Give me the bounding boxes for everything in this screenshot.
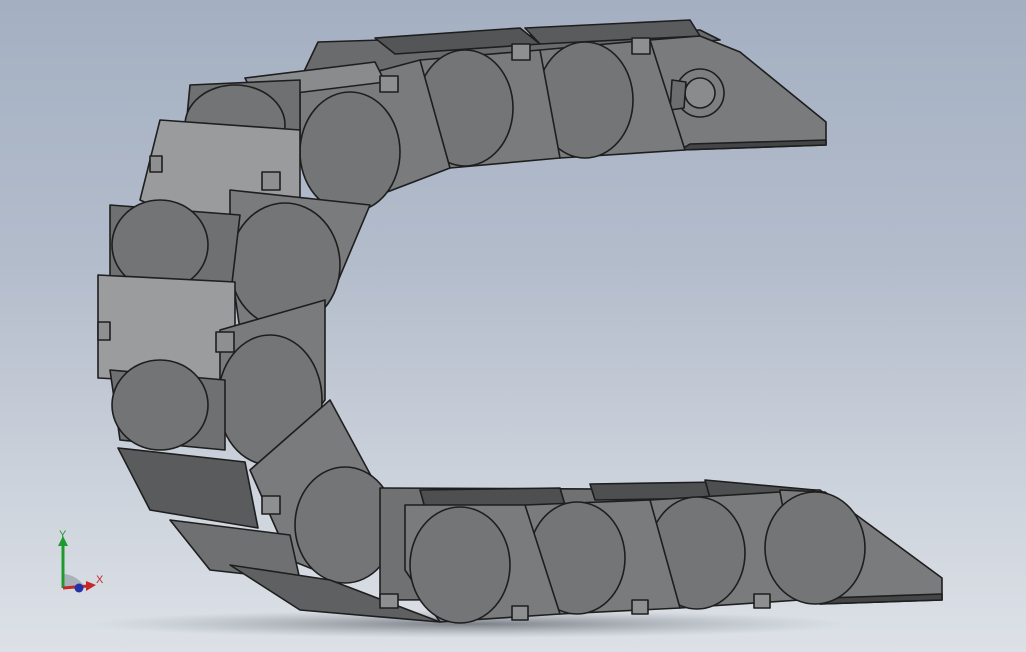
- triad-x-label: X: [96, 574, 104, 586]
- bend-cover-lower[interactable]: [117, 447, 259, 529]
- latch-clip: [149, 155, 163, 173]
- latch-clip: [379, 75, 399, 93]
- latch-clip: [631, 37, 651, 55]
- latch-clip: [215, 331, 235, 353]
- latch-clip: [261, 495, 281, 515]
- top-link-2-face: [299, 91, 401, 213]
- model-canvas[interactable]: [0, 0, 1026, 652]
- triad-y-label: Y: [59, 529, 67, 541]
- z-axis-icon: [74, 583, 84, 593]
- latch-clip: [511, 605, 529, 621]
- latch-clip: [631, 599, 649, 615]
- latch-clip: [97, 321, 111, 341]
- latch-clip: [753, 593, 771, 609]
- latch-clip: [511, 43, 531, 61]
- bend-inner-lower-face: [111, 359, 209, 451]
- bottom-link-5-face: [764, 491, 866, 605]
- latch-clip: [261, 171, 281, 191]
- x-arrow-icon: [86, 581, 96, 591]
- cable-chain-model[interactable]: [97, 19, 943, 624]
- latch-clip: [379, 593, 399, 609]
- graphics-viewport[interactable]: Y X: [0, 0, 1026, 652]
- orientation-triad[interactable]: Y X: [48, 528, 118, 600]
- bracket-key: [669, 79, 687, 111]
- bottom-link-2-face: [409, 506, 511, 624]
- bracket-hole: [684, 77, 716, 109]
